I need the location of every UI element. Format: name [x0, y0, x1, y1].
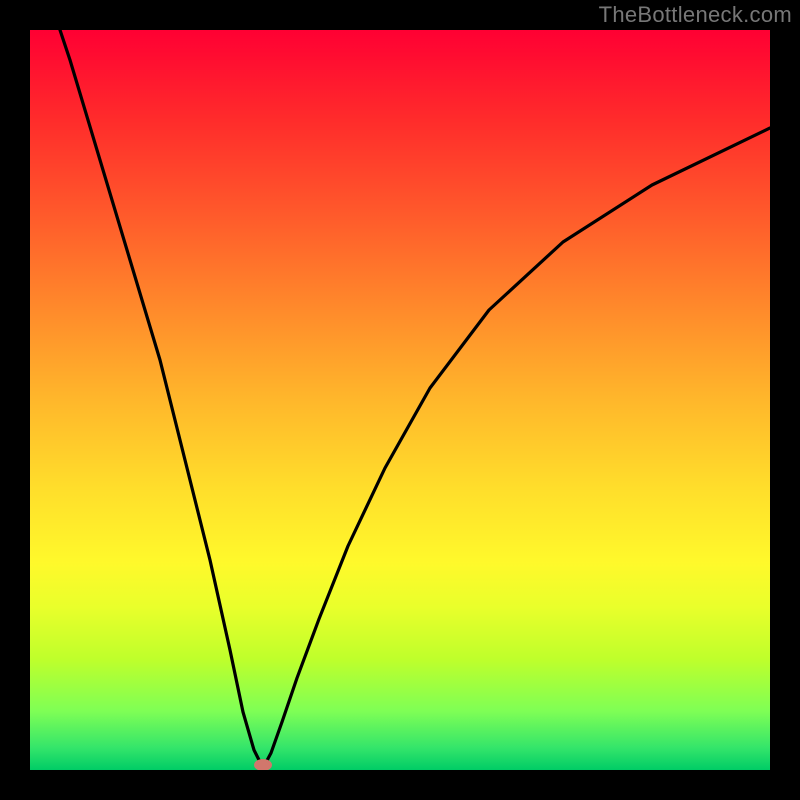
curve-minimum-marker	[254, 759, 272, 770]
chart-frame: TheBottleneck.com	[0, 0, 800, 800]
watermark-text: TheBottleneck.com	[599, 2, 792, 28]
chart-svg	[30, 30, 770, 770]
bottleneck-curve	[40, 30, 770, 768]
